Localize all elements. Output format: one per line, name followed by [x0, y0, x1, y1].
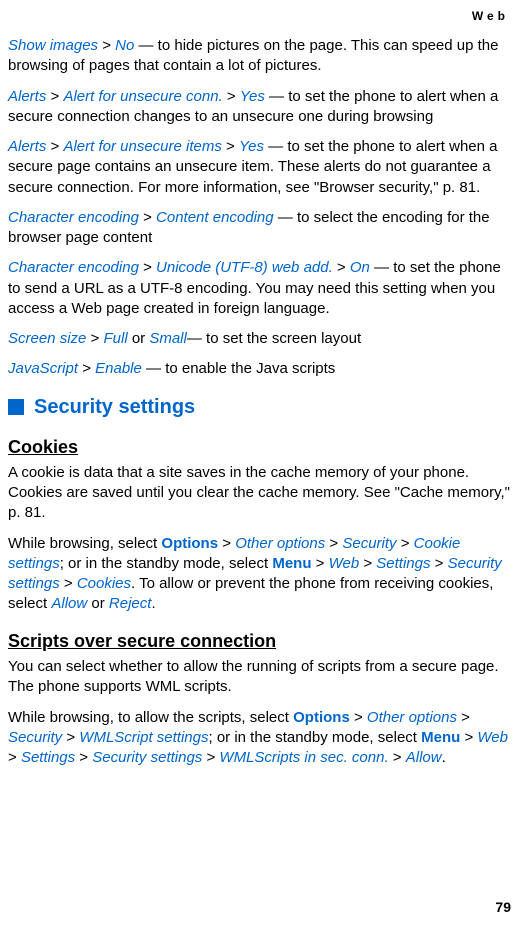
separator: >	[139, 259, 156, 276]
link-javascript: JavaScript	[8, 360, 78, 377]
cookies-instructions: While browsing, select Options > Other o…	[8, 534, 511, 615]
separator: >	[98, 37, 115, 54]
link-allow: Allow	[51, 595, 87, 612]
link-menu: Menu	[272, 555, 311, 572]
separator: >	[431, 555, 448, 572]
separator: >	[46, 88, 63, 105]
link-wmlscripts-sec-conn: WMLScripts in sec. conn.	[219, 749, 388, 766]
section-marker-icon	[8, 399, 24, 415]
text: ; or in the standby mode, select	[60, 555, 273, 572]
setting-show-images: Show images > No — to hide pictures on t…	[8, 36, 511, 77]
text: ; or in the standby mode, select	[209, 729, 422, 746]
link-char-encoding: Character encoding	[8, 259, 139, 276]
separator: >	[8, 749, 21, 766]
link-small: Small	[149, 330, 187, 347]
separator: >	[312, 555, 329, 572]
separator: >	[62, 729, 79, 746]
link-security-settings: Security settings	[92, 749, 202, 766]
link-cookies: Cookies	[77, 575, 131, 592]
separator: >	[60, 575, 77, 592]
scripts-instructions: While browsing, to allow the scripts, se…	[8, 708, 511, 769]
text: .	[151, 595, 155, 612]
link-yes: Yes	[240, 88, 265, 105]
page-header-label: Web	[8, 8, 511, 24]
link-no: No	[115, 37, 134, 54]
separator: >	[359, 555, 376, 572]
separator: >	[202, 749, 219, 766]
setting-alerts-unsecure-items: Alerts > Alert for unsecure items > Yes …	[8, 137, 511, 198]
link-security: Security	[342, 535, 396, 552]
separator: >	[460, 729, 477, 746]
link-other-options: Other options	[235, 535, 325, 552]
separator: >	[457, 709, 470, 726]
link-full: Full	[103, 330, 127, 347]
subheading-scripts: Scripts over secure connection	[8, 629, 511, 653]
separator: >	[325, 535, 342, 552]
link-settings: Settings	[21, 749, 75, 766]
setting-alerts-unsecure-conn: Alerts > Alert for unsecure conn. > Yes …	[8, 87, 511, 128]
link-options: Options	[293, 709, 350, 726]
link-unicode-utf8: Unicode (UTF-8) web add.	[156, 259, 333, 276]
link-other-options: Other options	[367, 709, 457, 726]
link-yes: Yes	[239, 138, 264, 155]
link-alerts: Alerts	[8, 138, 46, 155]
separator: >	[397, 535, 414, 552]
text: While browsing, select	[8, 535, 161, 552]
link-show-images: Show images	[8, 37, 98, 54]
link-content-encoding: Content encoding	[156, 209, 274, 226]
separator: >	[86, 330, 103, 347]
cookies-desc: A cookie is data that a site saves in th…	[8, 463, 511, 524]
separator: >	[78, 360, 95, 377]
link-char-encoding: Character encoding	[8, 209, 139, 226]
text: — to set the screen layout	[187, 330, 361, 347]
link-alerts: Alerts	[8, 88, 46, 105]
link-web: Web	[477, 729, 508, 746]
separator: >	[75, 749, 92, 766]
subheading-cookies: Cookies	[8, 435, 511, 459]
section-title: Security settings	[34, 394, 195, 421]
page-number: 79	[495, 898, 511, 917]
separator: >	[350, 709, 367, 726]
link-security: Security	[8, 729, 62, 746]
setting-screen-size: Screen size > Full or Small— to set the …	[8, 329, 511, 349]
text-or: or	[128, 330, 150, 347]
link-wmlscript-settings: WMLScript settings	[79, 729, 208, 746]
setting-javascript: JavaScript > Enable — to enable the Java…	[8, 359, 511, 379]
link-enable: Enable	[95, 360, 142, 377]
link-screen-size: Screen size	[8, 330, 86, 347]
separator: >	[139, 209, 156, 226]
link-options: Options	[161, 535, 218, 552]
text-or: or	[87, 595, 109, 612]
link-alert-unsecure-items: Alert for unsecure items	[63, 138, 221, 155]
separator: >	[333, 259, 350, 276]
text: — to enable the Java scripts	[142, 360, 335, 377]
separator: >	[222, 138, 239, 155]
link-reject: Reject	[109, 595, 152, 612]
setting-char-encoding-content: Character encoding > Content encoding — …	[8, 208, 511, 249]
scripts-desc: You can select whether to allow the runn…	[8, 657, 511, 698]
link-web: Web	[329, 555, 360, 572]
link-menu: Menu	[421, 729, 460, 746]
setting-char-encoding-utf8: Character encoding > Unicode (UTF-8) web…	[8, 258, 511, 319]
separator: >	[218, 535, 235, 552]
link-alert-unsecure-conn: Alert for unsecure conn.	[63, 88, 222, 105]
link-on: On	[350, 259, 370, 276]
section-heading-security-settings: Security settings	[8, 394, 511, 421]
text: .	[442, 749, 446, 766]
separator: >	[46, 138, 63, 155]
link-allow: Allow	[406, 749, 442, 766]
text: While browsing, to allow the scripts, se…	[8, 709, 293, 726]
link-settings: Settings	[376, 555, 430, 572]
separator: >	[223, 88, 240, 105]
separator: >	[389, 749, 406, 766]
